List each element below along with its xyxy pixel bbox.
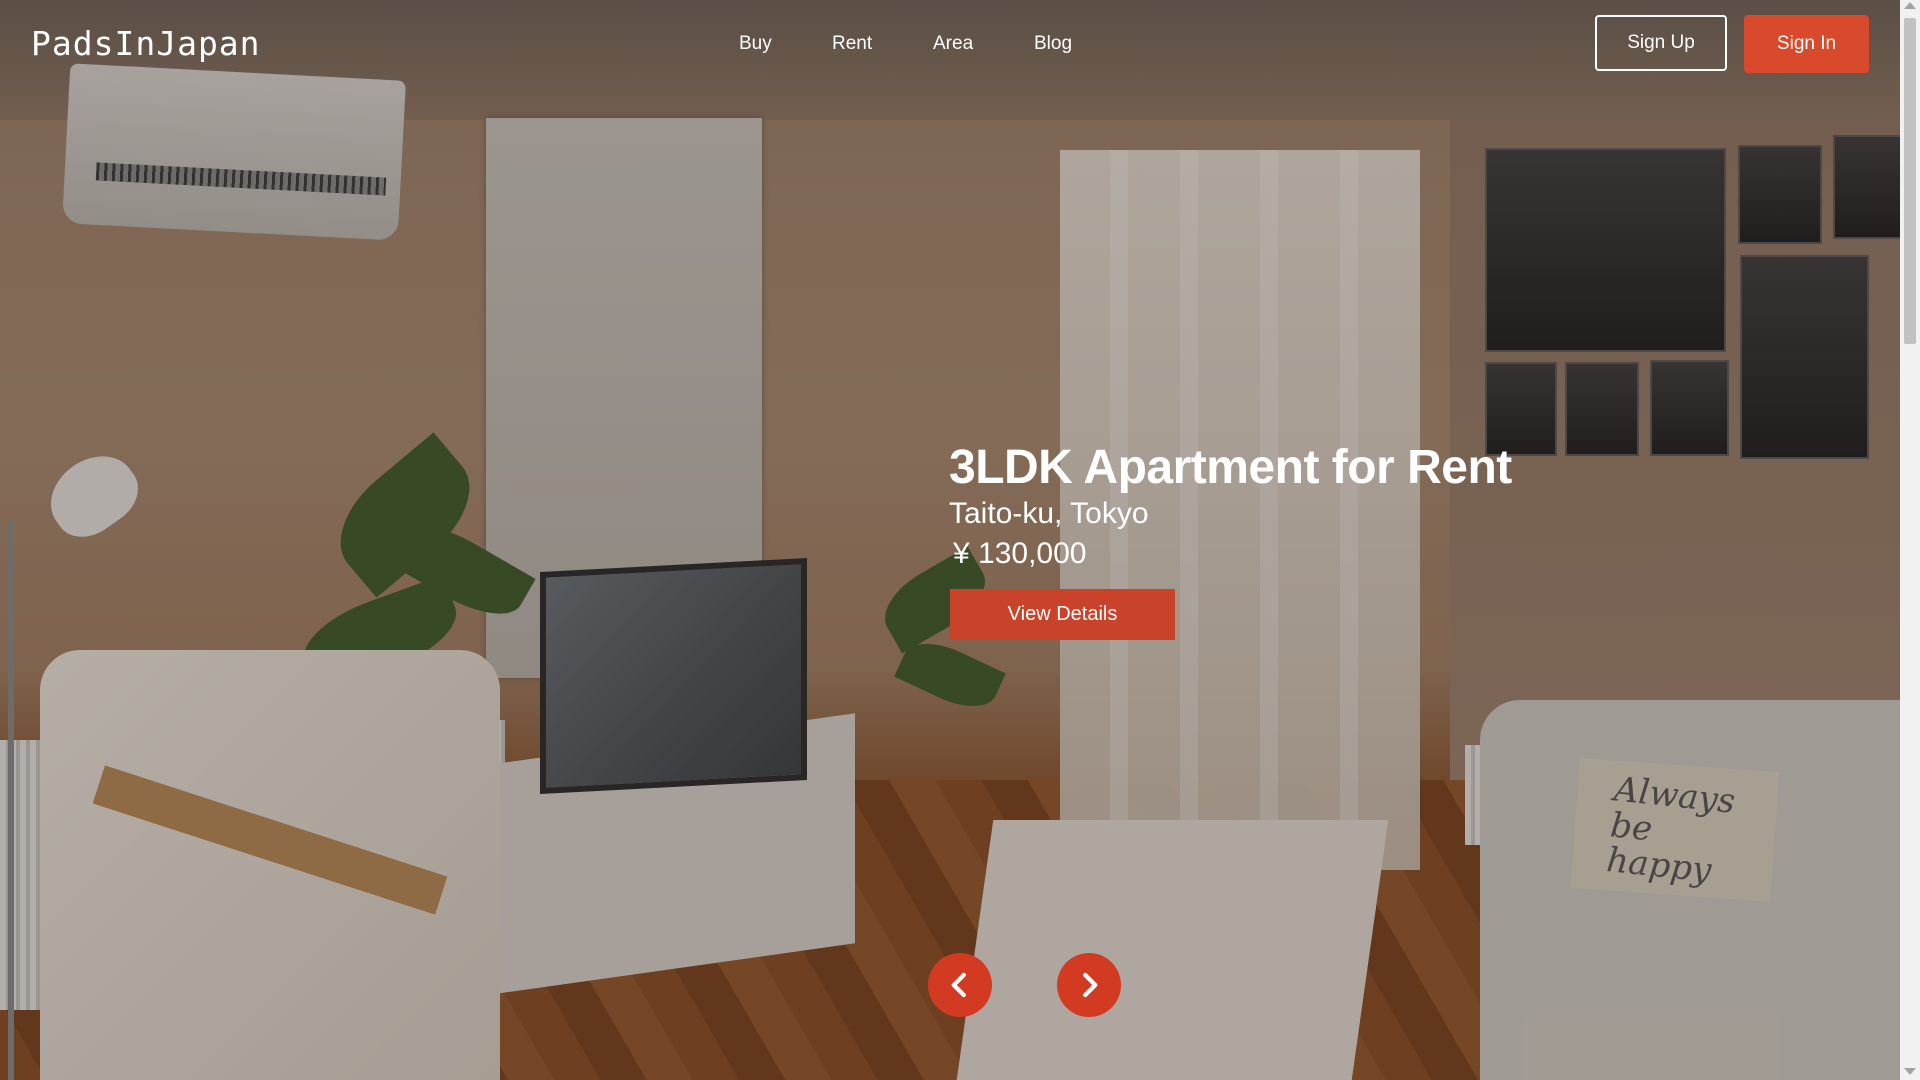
chevron-right-icon	[1083, 972, 1098, 998]
scrollbar-thumb[interactable]	[1904, 18, 1916, 344]
nav-item-blog[interactable]: Blog	[1034, 33, 1072, 55]
nav-item-buy[interactable]: Buy	[739, 33, 772, 55]
hero-overlay	[0, 0, 1900, 1080]
carousel-next-button[interactable]	[1057, 953, 1121, 1017]
scroll-down-arrow-icon[interactable]	[1904, 1068, 1916, 1075]
sign-in-button[interactable]: Sign In	[1744, 15, 1869, 73]
hero-background: Always be happy	[0, 0, 1900, 1080]
scroll-up-arrow-icon[interactable]	[1904, 2, 1916, 9]
carousel-prev-button[interactable]	[928, 953, 992, 1017]
view-details-button[interactable]: View Details	[950, 589, 1175, 640]
chevron-left-icon	[951, 972, 966, 998]
listing-price: ¥ 130,000	[953, 537, 1087, 570]
nav-item-area[interactable]: Area	[933, 33, 973, 55]
sign-up-button[interactable]: Sign Up	[1595, 15, 1727, 71]
listing-location: Taito-ku, Tokyo	[949, 497, 1149, 530]
nav-item-rent[interactable]: Rent	[832, 33, 872, 55]
listing-title: 3LDK Apartment for Rent	[949, 441, 1512, 494]
